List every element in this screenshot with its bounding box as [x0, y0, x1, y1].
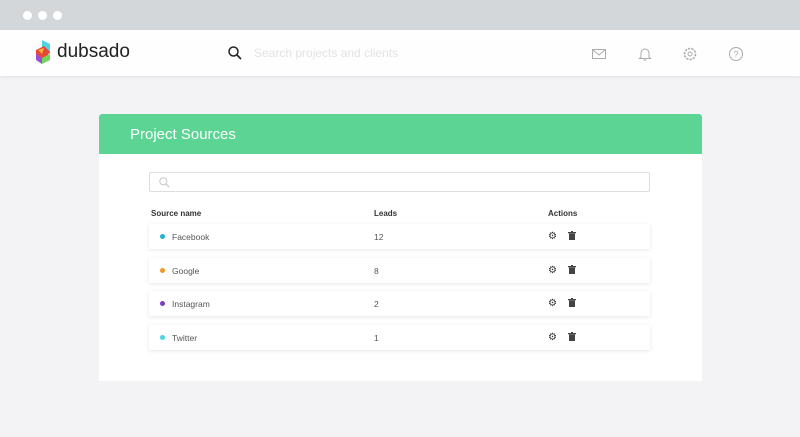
global-search[interactable]: [228, 46, 474, 60]
project-sources-card: Project Sources Source name Leads Action…: [99, 114, 702, 381]
trash-icon[interactable]: [568, 264, 576, 277]
lead-count: 8: [374, 265, 379, 276]
source-color-dot: [160, 301, 165, 307]
source-color-dot: [160, 267, 165, 273]
source-search-input[interactable]: [149, 172, 650, 192]
settings-icon[interactable]: ⚙: [548, 298, 557, 309]
column-header-leads: Leads: [374, 209, 398, 218]
mail-icon[interactable]: [591, 46, 607, 62]
settings-icon[interactable]: ⚙: [548, 231, 557, 242]
dubsado-logo-icon: [36, 40, 50, 64]
table-row[interactable]: Twitter 1 ⚙: [149, 324, 650, 350]
bell-icon[interactable]: [637, 46, 653, 62]
search-icon: [159, 177, 170, 188]
source-name: Facebook: [172, 232, 210, 242]
brand-name: dubsado: [57, 41, 130, 62]
settings-icon[interactable]: ⚙: [548, 332, 557, 343]
search-icon: [228, 46, 242, 60]
gear-icon[interactable]: [682, 46, 698, 62]
table-row[interactable]: Facebook 12 ⚙: [149, 224, 650, 249]
source-name: Instagram: [172, 299, 210, 310]
window-chrome: [0, 0, 800, 30]
svg-text:?: ?: [733, 50, 738, 60]
trash-icon[interactable]: [568, 331, 576, 344]
source-name: Twitter: [172, 332, 198, 343]
window-dot[interactable]: [38, 11, 47, 20]
window-dot[interactable]: [53, 11, 62, 20]
lead-count: 12: [374, 232, 384, 242]
source-color-dot: [160, 234, 165, 239]
trash-icon[interactable]: [568, 298, 576, 310]
help-icon[interactable]: ?: [728, 46, 744, 62]
logo[interactable]: dubsado: [36, 40, 130, 64]
window-dot[interactable]: [23, 11, 32, 20]
top-nav: dubsado ?: [0, 30, 800, 76]
column-header-actions: Actions: [548, 209, 578, 218]
search-input[interactable]: [254, 46, 474, 60]
trash-icon[interactable]: [568, 231, 576, 243]
lead-count: 2: [374, 299, 379, 310]
source-color-dot: [160, 334, 165, 340]
table-row[interactable]: Google 8 ⚙: [149, 257, 650, 283]
column-header-source: Source name: [151, 209, 202, 218]
table-row[interactable]: Instagram 2 ⚙: [149, 291, 650, 317]
lead-count: 1: [374, 332, 379, 343]
source-name: Google: [172, 265, 200, 276]
settings-icon[interactable]: ⚙: [548, 265, 557, 276]
page-title: Project Sources: [99, 114, 702, 154]
